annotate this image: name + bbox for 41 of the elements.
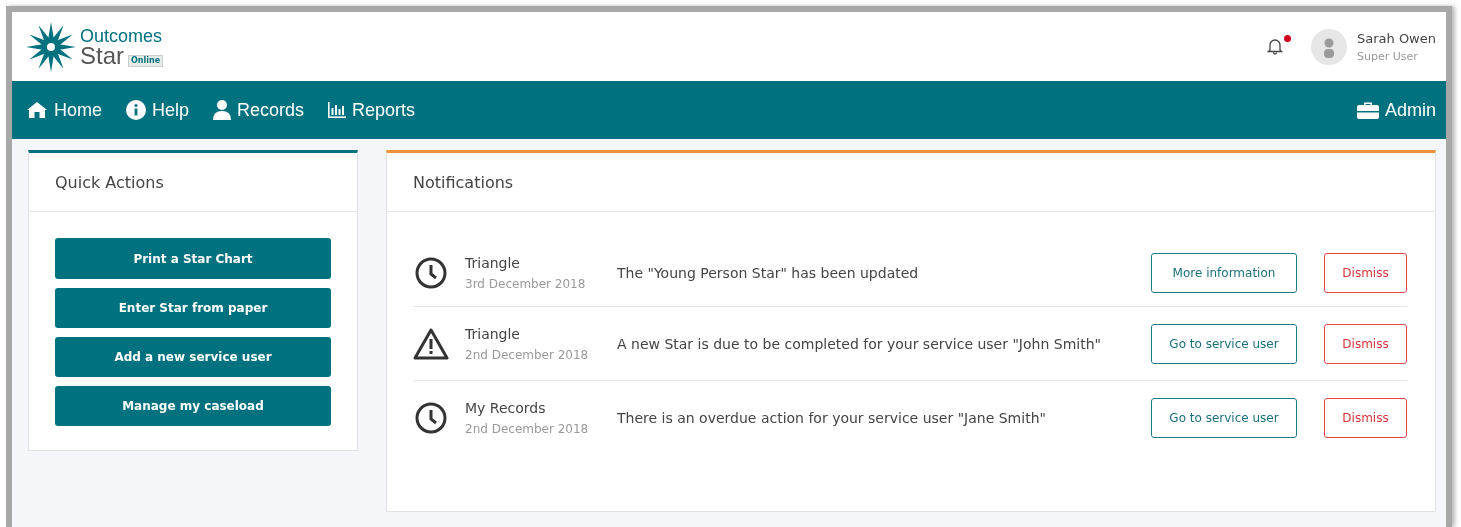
logo-text: Star [80,44,124,67]
dismiss-button[interactable]: Dismiss [1324,323,1407,364]
notification-source: Triangle [465,325,521,342]
notification-message: There is an overdue action for your service user "Jane Smith" [617,409,1047,426]
person-icon [213,100,232,120]
nav-link[interactable]: Home [26,99,102,121]
clock-icon [413,401,449,434]
user-role: Super User [1357,49,1419,63]
notification-date: 3rd December 2018 [465,277,587,291]
nav-link[interactable]: Records [213,99,305,121]
info-icon [126,100,146,120]
bar-chart-icon [328,102,347,118]
action-button[interactable]: Go to service user [1151,397,1297,438]
notification-message: A new Star is due to be completed for your service user "John Smith" [617,335,1102,352]
action-button[interactable]: More information [1151,253,1297,293]
notification-source: My Records [465,399,547,416]
card-title: Quick Actions [55,172,164,192]
notification-message: The "Young Person Star" has been updated [617,265,920,281]
action-button[interactable]: Add a new service user [55,337,331,377]
user-name: Sarah Owen [1357,30,1436,46]
online-badge: Online [128,54,164,67]
notification-date: 2nd December 2018 [465,421,590,436]
nav-link[interactable]: Admin [1356,99,1436,121]
action-button[interactable]: Print a Star Chart [55,238,331,279]
action-button[interactable]: Manage my caseload [55,386,331,426]
toolbox-icon [1356,101,1379,119]
dismiss-button[interactable]: Dismiss [1324,397,1407,438]
warning-icon [413,327,449,360]
nav-link[interactable]: Help [126,99,190,121]
card-title: Notifications [413,172,514,192]
notification-source: Triangle [465,255,521,271]
action-button[interactable]: Go to service user [1151,323,1297,364]
dismiss-button[interactable]: Dismiss [1324,253,1407,293]
bell-icon[interactable] [1267,36,1283,55]
home-icon [26,101,48,119]
logo-text: Outcomes [80,26,164,45]
action-button[interactable]: Enter Star from paper [55,288,331,328]
nav-link[interactable]: Reports [328,99,416,121]
clock-icon [413,257,449,289]
notification-date: 2nd December 2018 [465,347,590,362]
avatar-icon[interactable] [1311,28,1347,65]
